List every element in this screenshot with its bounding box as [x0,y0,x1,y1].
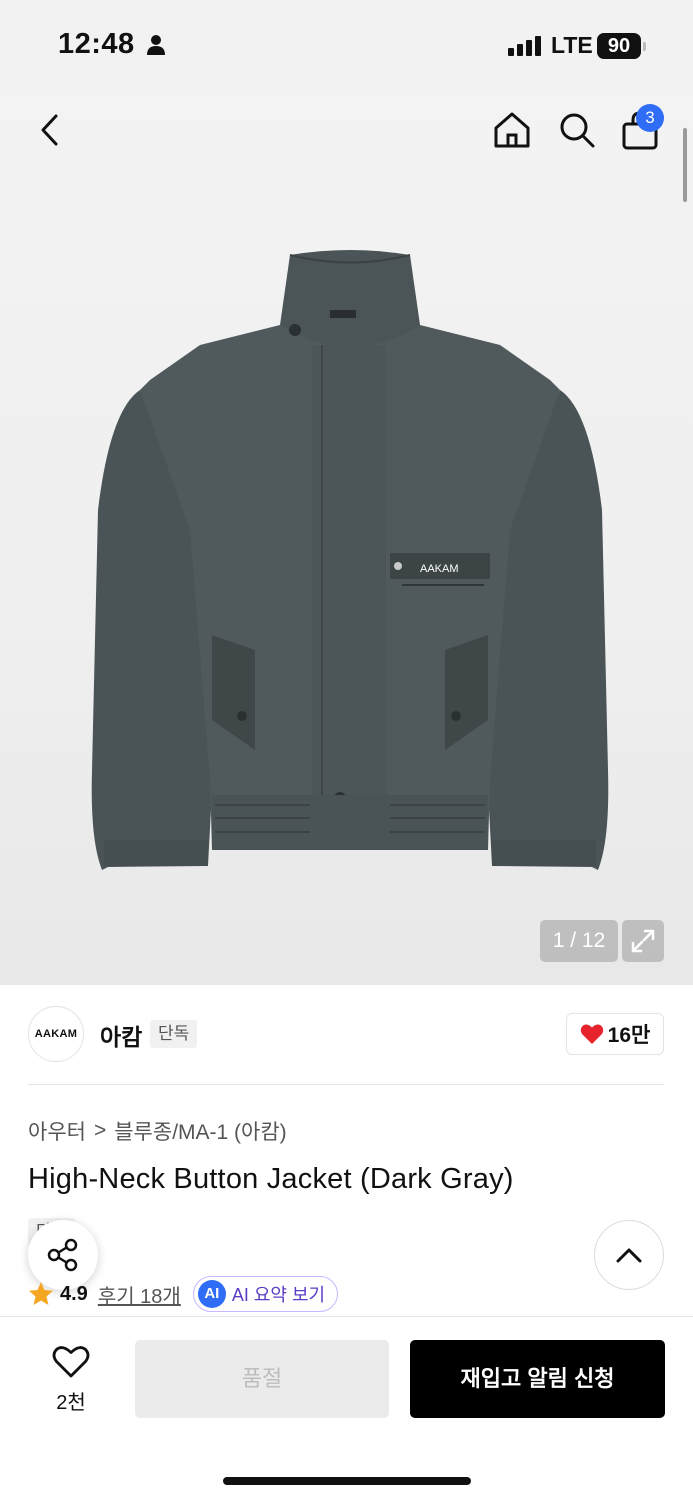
rating-row: 4.9 후기 18개 AI AI 요약 보기 [28,1276,339,1312]
exclusive-badge: 단독 [150,1020,198,1048]
heart-outline-icon [52,1346,90,1378]
soldout-button: 품절 [135,1340,389,1418]
rating-value: 4.9 [60,1282,88,1305]
signal-icon [508,36,544,61]
home-indicator[interactable] [223,1477,471,1485]
product-title: High-Neck Button Jacket (Dark Gray) [28,1163,514,1195]
divider [28,1084,664,1085]
breadcrumb-category[interactable]: 아우터 [28,1116,86,1146]
ai-badge-icon: AI [197,1280,226,1308]
search-icon [560,113,595,148]
share-icon [47,1238,78,1272]
brand-name[interactable]: 아캄 [100,1018,142,1052]
brand-like-button[interactable]: 16만 [566,1013,664,1055]
network-label: LTE [551,32,593,58]
brand-like-count: 16만 [607,1024,651,1047]
wishlist-count: 2천 [56,1392,86,1414]
scroll-top-button[interactable] [594,1220,664,1290]
ai-summary-label: AI 요약 보기 [231,1285,326,1305]
chevron-up-icon [616,1248,642,1263]
reviews-link[interactable]: 후기 18개 [98,1280,181,1309]
person-icon [145,34,167,61]
restock-alert-button[interactable]: 재입고 알림 신청 [410,1340,665,1418]
wishlist-button[interactable]: 2천 [38,1345,104,1415]
heart-filled-icon [580,1024,603,1044]
search-button[interactable] [555,108,599,152]
status-time: 12:48 [58,28,135,60]
status-bar: 12:48 LTE 90 [0,0,693,90]
brand-logo[interactable]: AAKAM [28,1006,84,1062]
expand-icon [631,929,655,953]
star-icon [29,1282,53,1305]
breadcrumb: 아우터 > 블루종/MA-1 (아캄) [28,1116,287,1146]
jacket-logo: AAKAM [420,563,459,575]
home-button[interactable] [490,108,534,152]
battery-icon: 90 [597,33,641,59]
breadcrumb-subcategory[interactable]: 블루종/MA-1 (아캄) [114,1116,286,1146]
ai-summary-button[interactable]: AI AI 요약 보기 [192,1276,339,1312]
scrollbar[interactable] [683,128,687,202]
image-counter: 1 / 12 [540,920,618,962]
back-button[interactable] [30,110,70,150]
breadcrumb-separator: > [93,1119,107,1142]
product-image: AAKAM [91,250,609,870]
chevron-left-icon [41,114,58,146]
home-icon [494,112,530,148]
battery-tip [643,42,646,51]
cart-count-badge: 3 [636,104,664,132]
expand-button[interactable] [622,920,664,962]
product-gallery[interactable]: 3 AAKAM 1 / 12 [0,90,693,985]
